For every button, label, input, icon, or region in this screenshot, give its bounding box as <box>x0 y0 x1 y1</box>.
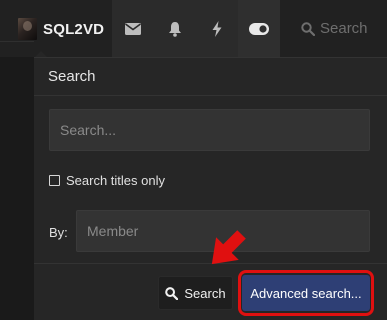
top-nav-bar: SQL2VD Search <box>0 0 387 57</box>
advanced-search-button[interactable]: Advanced search... <box>242 275 370 311</box>
search-dropdown: Search Search... Search titles only By: … <box>34 57 387 320</box>
avatar <box>18 18 37 40</box>
envelope-icon <box>125 22 141 35</box>
panel-title: Search <box>48 68 96 85</box>
bell-icon <box>169 21 181 37</box>
user-menu[interactable]: SQL2VD <box>18 14 104 44</box>
search-icon <box>165 286 179 300</box>
bolt-icon <box>212 20 222 37</box>
style-toggle-button[interactable] <box>238 0 280 57</box>
search-button-label: Search <box>184 285 226 301</box>
titles-only-checkbox[interactable] <box>49 175 60 186</box>
inbox-button[interactable] <box>112 0 154 57</box>
annotation-arrow-icon <box>211 230 246 265</box>
toggle-icon <box>249 22 269 35</box>
whats-new-button[interactable] <box>196 0 238 57</box>
alerts-button[interactable] <box>154 0 196 57</box>
advanced-search-label: Advanced search... <box>250 285 362 301</box>
search-input[interactable]: Search... <box>49 109 370 151</box>
titles-only-label: Search titles only <box>66 173 165 188</box>
search-button[interactable]: Search <box>158 276 233 310</box>
panel-divider <box>34 95 387 96</box>
by-label: By: <box>49 225 68 240</box>
search-icon <box>301 21 315 36</box>
titles-only-option[interactable]: Search titles only <box>49 173 165 188</box>
nav-search-label: Search <box>320 20 368 37</box>
nav-search-button[interactable]: Search <box>288 0 387 57</box>
username: SQL2VD <box>43 20 105 38</box>
